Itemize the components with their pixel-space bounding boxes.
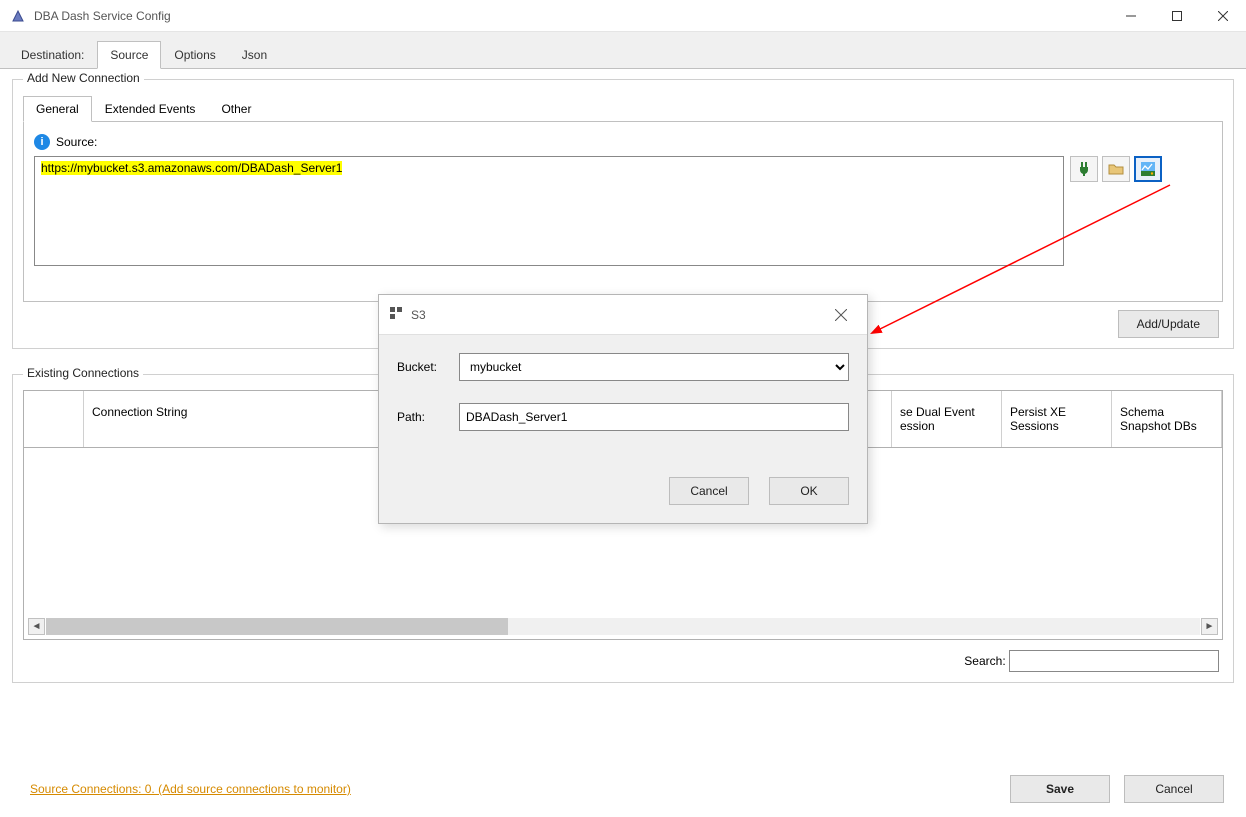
search-input[interactable] bbox=[1009, 650, 1219, 672]
close-button[interactable] bbox=[1200, 0, 1246, 32]
maximize-button[interactable] bbox=[1154, 0, 1200, 32]
path-label: Path: bbox=[397, 410, 459, 424]
tab-json[interactable]: Json bbox=[229, 41, 280, 69]
dialog-titlebar[interactable]: S3 bbox=[379, 295, 867, 335]
source-input[interactable]: https://mybucket.s3.amazonaws.com/DBADas… bbox=[34, 156, 1064, 266]
grid-col-persist-xe[interactable]: Persist XE Sessions bbox=[1002, 391, 1112, 447]
grid-col-dual-event[interactable]: se Dual Event ession bbox=[892, 391, 1002, 447]
tab-source[interactable]: Source bbox=[97, 41, 161, 69]
save-button[interactable]: Save bbox=[1010, 775, 1110, 803]
subtab-extended-events[interactable]: Extended Events bbox=[92, 96, 209, 122]
grid-col-select[interactable] bbox=[24, 391, 84, 447]
source-label: Source: bbox=[56, 135, 97, 149]
search-label: Search: bbox=[964, 654, 1005, 668]
add-new-connection-legend: Add New Connection bbox=[23, 71, 144, 85]
tab-destination[interactable]: Destination: bbox=[8, 41, 97, 69]
dialog-icon bbox=[389, 306, 403, 323]
scroll-left-icon[interactable]: ◄ bbox=[28, 618, 45, 635]
source-connections-link[interactable]: Source Connections: 0. (Add source conne… bbox=[30, 782, 351, 796]
tab-options[interactable]: Options bbox=[161, 41, 228, 69]
existing-connections-legend: Existing Connections bbox=[23, 366, 143, 380]
main-tabs: Destination: Source Options Json bbox=[0, 32, 1246, 69]
bucket-label: Bucket: bbox=[397, 360, 459, 374]
s3-dialog: S3 Bucket: mybucket Path: Cancel OK bbox=[378, 294, 868, 524]
app-icon bbox=[10, 8, 26, 24]
scroll-right-icon[interactable]: ► bbox=[1201, 618, 1218, 635]
subtab-general[interactable]: General bbox=[23, 96, 92, 122]
dialog-cancel-button[interactable]: Cancel bbox=[669, 477, 749, 505]
path-input[interactable] bbox=[459, 403, 849, 431]
dialog-ok-button[interactable]: OK bbox=[769, 477, 849, 505]
sub-tabs: General Extended Events Other bbox=[23, 95, 1223, 122]
cancel-button[interactable]: Cancel bbox=[1124, 775, 1224, 803]
add-update-button[interactable]: Add/Update bbox=[1118, 310, 1219, 338]
grid-horizontal-scrollbar[interactable]: ◄ ► bbox=[28, 617, 1218, 635]
folder-icon-button[interactable] bbox=[1102, 156, 1130, 182]
window-title: DBA Dash Service Config bbox=[34, 9, 171, 23]
footer: Source Connections: 0. (Add source conne… bbox=[0, 763, 1246, 817]
minimize-button[interactable] bbox=[1108, 0, 1154, 32]
titlebar: DBA Dash Service Config bbox=[0, 0, 1246, 32]
bucket-select[interactable]: mybucket bbox=[459, 353, 849, 381]
grid-col-schema-snapshot[interactable]: Schema Snapshot DBs bbox=[1112, 391, 1222, 447]
dialog-title: S3 bbox=[411, 308, 426, 322]
info-icon[interactable]: i bbox=[34, 134, 50, 150]
dialog-close-button[interactable] bbox=[825, 299, 857, 331]
subtab-other[interactable]: Other bbox=[208, 96, 264, 122]
s3-icon-button[interactable] bbox=[1134, 156, 1162, 182]
connect-icon-button[interactable] bbox=[1070, 156, 1098, 182]
